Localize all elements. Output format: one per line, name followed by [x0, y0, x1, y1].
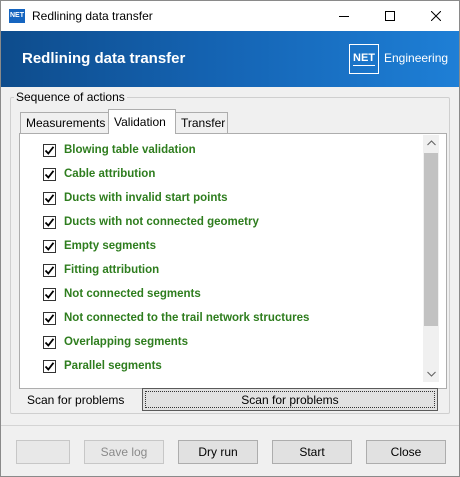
scroll-up-button[interactable]: [423, 135, 439, 151]
list-item[interactable]: Parallel segments: [22, 356, 162, 376]
scan-button[interactable]: Scan for problems: [142, 388, 438, 411]
minimize-icon: [339, 16, 349, 17]
checkbox[interactable]: [43, 191, 56, 205]
item-label: Cable attribution: [64, 168, 156, 180]
item-label: Not connected to the trail network struc…: [64, 312, 310, 324]
item-label: Blowing table validation: [64, 144, 196, 156]
item-label: Empty segments: [64, 240, 157, 252]
checkbox[interactable]: [43, 215, 56, 229]
chevron-down-icon: [426, 371, 436, 377]
list-item[interactable]: Empty segments: [22, 236, 156, 256]
banner-title: Redlining data transfer: [22, 50, 186, 67]
chevron-up-icon: [426, 140, 436, 146]
list-item[interactable]: Not connected segments: [22, 284, 201, 304]
footer-divider: [1, 425, 459, 426]
close-button[interactable]: Close: [366, 440, 446, 464]
checkmark-icon: [44, 337, 55, 347]
maximize-button[interactable]: [367, 1, 413, 31]
checkmark-icon: [44, 241, 55, 251]
blank-button[interactable]: [16, 440, 70, 464]
checkbox[interactable]: [43, 167, 56, 181]
item-label: Fitting attribution: [64, 264, 160, 276]
checkbox[interactable]: [43, 263, 56, 277]
net-logo-text: NET: [353, 51, 375, 66]
checkbox[interactable]: [43, 287, 56, 301]
checkmark-icon: [44, 313, 55, 323]
checkmark-icon: [44, 145, 55, 155]
checkbox[interactable]: [43, 359, 56, 373]
checkmark-icon: [44, 265, 55, 275]
net-app-icon: NET: [9, 9, 25, 23]
checkmark-icon: [44, 361, 55, 371]
list-item[interactable]: Overlapping segments: [22, 332, 188, 352]
checkbox[interactable]: [43, 335, 56, 349]
list-item[interactable]: Cable attribution: [22, 164, 155, 184]
tab-validation[interactable]: Validation: [108, 109, 176, 134]
list-item[interactable]: Not connected to the trail network struc…: [22, 308, 309, 328]
close-window-button[interactable]: [413, 1, 459, 31]
item-label: Ducts with invalid start points: [64, 192, 228, 204]
save-log-button[interactable]: Save log: [84, 440, 164, 464]
list-item[interactable]: Fitting attribution: [22, 260, 159, 280]
list-item[interactable]: Ducts with invalid start points: [22, 188, 228, 208]
checkbox[interactable]: [43, 311, 56, 325]
list-item[interactable]: Blowing table validation: [22, 140, 196, 160]
tab-transfer[interactable]: Transfer: [175, 112, 228, 133]
dry-run-button[interactable]: Dry run: [178, 440, 258, 464]
brand-text: Engineering: [384, 51, 449, 65]
close-icon: [431, 11, 441, 21]
group-legend: Sequence of actions: [14, 90, 127, 104]
maximize-icon: [385, 11, 395, 21]
item-label: Parallel segments: [64, 360, 162, 372]
scroll-thumb[interactable]: [424, 153, 438, 326]
checkmark-icon: [44, 217, 55, 227]
checkbox[interactable]: [43, 239, 56, 253]
checkmark-icon: [44, 289, 55, 299]
list-item[interactable]: Ducts with not connected geometry: [22, 212, 259, 232]
checkmark-icon: [44, 193, 55, 203]
app-window: NET Redlining data transfer Redlining da…: [0, 0, 460, 477]
item-label: Overlapping segments: [64, 336, 188, 348]
net-logo: NET: [349, 44, 379, 74]
header-banner: Redlining data transfer NET Engineering: [1, 31, 459, 87]
start-button[interactable]: Start: [272, 440, 352, 464]
list-scrollbar[interactable]: [423, 135, 439, 382]
window-title: Redlining data transfer: [32, 9, 153, 23]
checkbox[interactable]: [43, 143, 56, 157]
checkmark-icon: [44, 169, 55, 179]
scroll-down-button[interactable]: [423, 366, 439, 382]
tab-measurements[interactable]: Measurements: [20, 112, 109, 133]
item-label: Ducts with not connected geometry: [64, 216, 259, 228]
item-label: Not connected segments: [64, 288, 201, 300]
validation-list: Blowing table validation Cable attributi…: [22, 136, 422, 382]
title-bar: NET Redlining data transfer: [1, 1, 459, 31]
minimize-button[interactable]: [321, 1, 367, 31]
scan-label: Scan for problems: [27, 393, 125, 407]
